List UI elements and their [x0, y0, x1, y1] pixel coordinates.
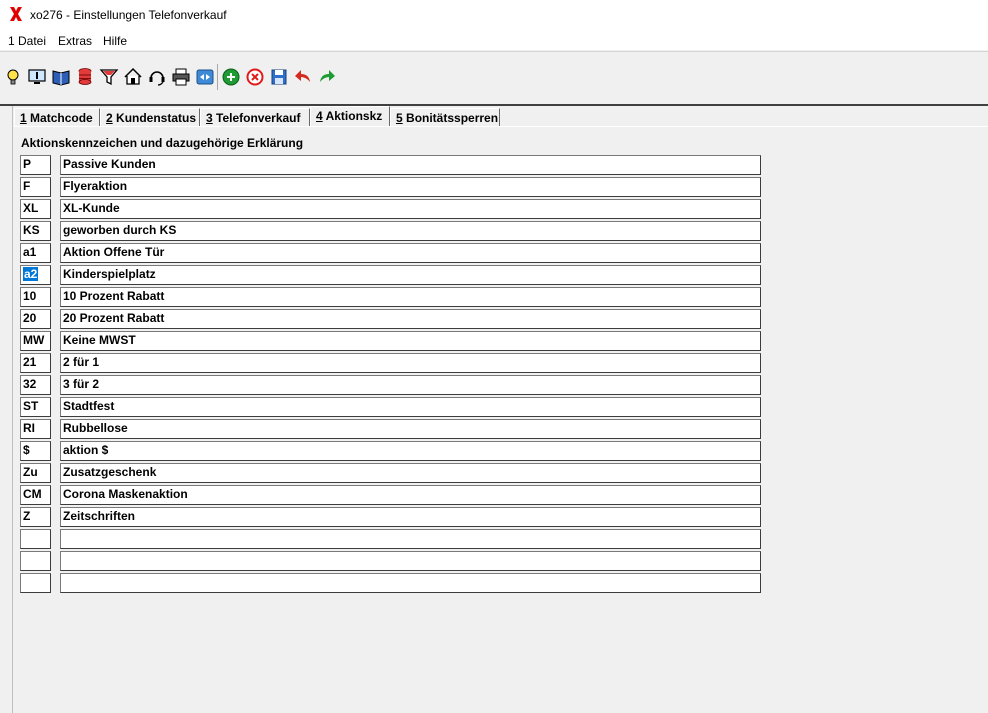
database-icon[interactable] [75, 67, 95, 87]
tab-matchcode[interactable]: 1 Matchcode [14, 108, 100, 126]
code-field[interactable] [20, 573, 51, 593]
cancel-icon[interactable] [245, 67, 265, 87]
description-field[interactable]: Zusatzgeschenk [60, 463, 761, 483]
code-field[interactable]: $ [20, 441, 51, 461]
description-field[interactable]: 20 Prozent Rabatt [60, 309, 761, 329]
left-border [0, 106, 13, 713]
code-field[interactable]: 10 [20, 287, 51, 307]
description-field[interactable]: Flyeraktion [60, 177, 761, 197]
code-field[interactable]: a1 [20, 243, 51, 263]
add-icon[interactable] [221, 67, 241, 87]
code-field[interactable]: CM [20, 485, 51, 505]
description-field[interactable]: 10 Prozent Rabatt [60, 287, 761, 307]
code-field[interactable]: MW [20, 331, 51, 351]
description-field[interactable]: Stadtfest [60, 397, 761, 417]
code-field[interactable] [20, 551, 51, 571]
code-field-selected[interactable]: a2 [20, 265, 51, 285]
menu-datei[interactable]: 1 Datei [8, 34, 46, 48]
save-icon[interactable] [269, 67, 289, 87]
tab-bonitaetssperren[interactable]: 5 Bonitätssperren [390, 108, 500, 126]
description-field[interactable]: 3 für 2 [60, 375, 761, 395]
code-field[interactable]: 32 [20, 375, 51, 395]
tab-baseline [14, 126, 988, 127]
code-field[interactable]: XL [20, 199, 51, 219]
info-monitor-icon[interactable] [27, 67, 47, 87]
description-field[interactable]: XL-Kunde [60, 199, 761, 219]
code-field[interactable]: 20 [20, 309, 51, 329]
toolbar-divider [0, 104, 988, 106]
description-field[interactable] [60, 573, 761, 593]
description-field[interactable] [60, 529, 761, 549]
description-field[interactable]: Passive Kunden [60, 155, 761, 175]
redo-icon[interactable] [317, 67, 337, 87]
description-field[interactable]: Keine MWST [60, 331, 761, 351]
description-field[interactable]: Kinderspielplatz [60, 265, 761, 285]
description-field[interactable]: Corona Maskenaktion [60, 485, 761, 505]
description-field[interactable]: Rubbellose [60, 419, 761, 439]
code-field[interactable]: Z [20, 507, 51, 527]
menu-hilfe[interactable]: Hilfe [103, 34, 127, 48]
menu-bar: 1 Datei Extras Hilfe [0, 30, 988, 50]
book-icon[interactable] [51, 67, 71, 87]
code-field[interactable]: Zu [20, 463, 51, 483]
code-field[interactable] [20, 529, 51, 549]
title-bar: xo276 - Einstellungen Telefonverkauf [0, 0, 988, 30]
code-field[interactable]: KS [20, 221, 51, 241]
description-field[interactable] [60, 551, 761, 571]
description-field[interactable]: 2 für 1 [60, 353, 761, 373]
description-field[interactable]: Aktion Offene Tür [60, 243, 761, 263]
window-title: xo276 - Einstellungen Telefonverkauf [30, 8, 227, 22]
exchange-icon[interactable] [195, 67, 215, 87]
code-field[interactable]: P [20, 155, 51, 175]
description-field[interactable]: Zeitschriften [60, 507, 761, 527]
section-heading: Aktionskennzeichen und dazugehörige Erkl… [21, 136, 304, 150]
undo-icon[interactable] [293, 67, 313, 87]
tab-kundenstatus[interactable]: 2 Kundenstatus [100, 108, 200, 126]
tab-telefonverkauf[interactable]: 3 Telefonverkauf [200, 108, 310, 126]
code-field[interactable]: RI [20, 419, 51, 439]
home-icon[interactable] [123, 67, 143, 87]
toolbar-separator [217, 64, 218, 90]
menu-extras[interactable]: Extras [58, 34, 92, 48]
selected-text: a2 [23, 267, 39, 281]
code-field[interactable]: F [20, 177, 51, 197]
printer-icon[interactable] [171, 67, 191, 87]
code-field[interactable]: ST [20, 397, 51, 417]
description-field[interactable]: geworben durch KS [60, 221, 761, 241]
filter-icon[interactable] [99, 67, 119, 87]
description-field[interactable]: aktion $ [60, 441, 761, 461]
lightbulb-icon[interactable] [3, 67, 23, 87]
app-logo-icon [10, 7, 22, 21]
toolbar [0, 52, 988, 104]
headset-icon[interactable] [147, 67, 167, 87]
tab-aktionskz[interactable]: 4 Aktionskz [310, 106, 390, 126]
code-field[interactable]: 21 [20, 353, 51, 373]
